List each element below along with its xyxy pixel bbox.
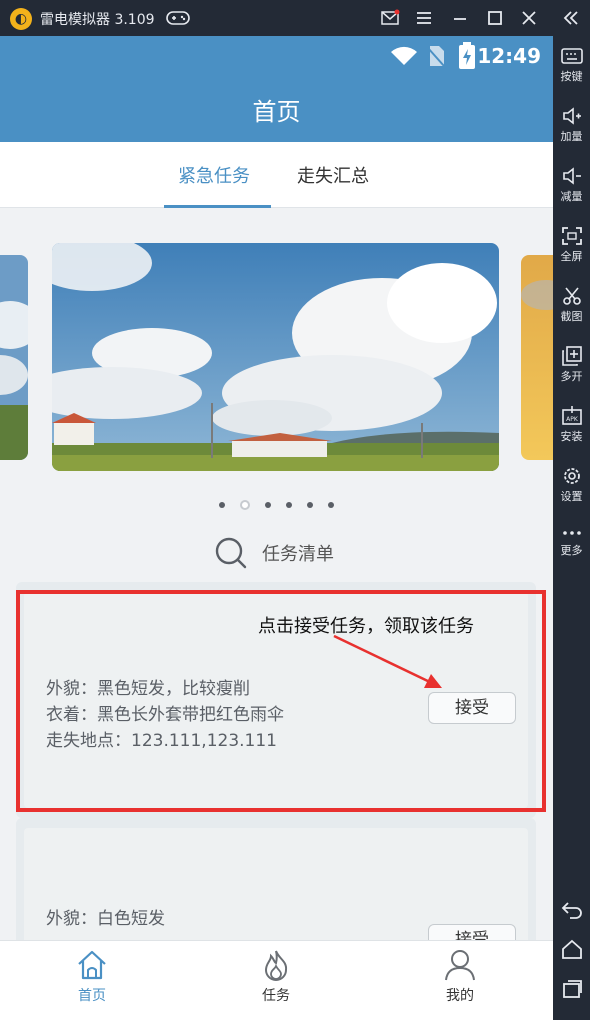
carousel-dot-active[interactable] (239, 499, 250, 510)
gear-icon (563, 468, 580, 484)
scissors-icon (562, 287, 581, 305)
close-icon[interactable] (519, 8, 539, 28)
sidebar-settings-button[interactable]: 设置 (553, 466, 590, 504)
more-icon (562, 531, 581, 535)
android-screen: 12:49 首页 紧急任务 走失汇总 任务清单 外貌：黑色短发，比较瘦削 衣着：… (0, 36, 553, 1020)
battery-charging-icon (459, 42, 475, 69)
maximize-icon[interactable] (485, 8, 505, 28)
status-time: 12:49 (477, 44, 541, 68)
sidebar-keymap-button[interactable]: 按键 (553, 46, 590, 84)
menu-icon[interactable] (414, 8, 434, 28)
carousel-dot[interactable] (218, 501, 225, 508)
nav-home[interactable]: 首页 (52, 949, 132, 1005)
mail-icon[interactable] (380, 8, 400, 28)
sidebar-label: 更多 (560, 544, 583, 557)
status-bar: 12:49 (0, 36, 553, 76)
sidebar-label: 加量 (560, 130, 583, 143)
person-icon (445, 950, 475, 981)
sidebar-screenshot-button[interactable]: 截图 (553, 286, 590, 324)
carousel-dot[interactable] (264, 501, 271, 508)
sidebar-volume-down-button[interactable]: 减量 (553, 166, 590, 204)
gamepad-icon[interactable] (166, 10, 190, 26)
app-header: 首页 (0, 76, 553, 142)
volume-up-icon (562, 107, 581, 125)
apk-install-icon: APK (561, 406, 582, 425)
android-home-icon[interactable] (560, 938, 584, 960)
volume-down-icon (562, 167, 581, 185)
sidebar-label: 全屏 (560, 250, 583, 263)
fullscreen-icon (561, 227, 582, 245)
task-appearance: 外貌：白色短发 (46, 909, 165, 929)
sidebar-label: 减量 (560, 190, 583, 203)
sidebar-multi-instance-button[interactable]: 多开 (553, 346, 590, 384)
sidebar-volume-up-button[interactable]: 加量 (553, 106, 590, 144)
carousel-slide-next[interactable] (521, 255, 553, 460)
back-icon[interactable] (560, 898, 584, 920)
carousel-dot[interactable] (328, 501, 335, 508)
sidebar-label: 截图 (560, 310, 583, 323)
page-title: 首页 (252, 98, 301, 126)
tab-missing-summary[interactable]: 走失汇总 (297, 162, 369, 188)
sidebar-label: 多开 (560, 370, 583, 383)
tab-bar: 紧急任务 走失汇总 (0, 142, 553, 208)
sidebar-fullscreen-button[interactable]: 全屏 (553, 226, 590, 264)
sidebar-install-apk-button[interactable]: APK 安装 (553, 406, 590, 444)
svg-text:APK: APK (566, 416, 579, 423)
multi-instance-icon (561, 346, 582, 366)
emulator-logo: ◐ (10, 8, 32, 30)
carousel-pagination (0, 494, 553, 513)
nav-label: 我的 (446, 988, 474, 1004)
bottom-navigation: 首页 任务 我的 (0, 940, 553, 1020)
search-icon (215, 537, 247, 569)
sidebar-label: 安装 (560, 430, 583, 443)
home-icon (78, 950, 106, 980)
task-list-title: 任务清单 (262, 544, 334, 565)
task-list-heading: 任务清单 (0, 536, 553, 569)
landscape-banner-image (52, 243, 499, 471)
tab-urgent-tasks[interactable]: 紧急任务 (178, 162, 250, 188)
fire-icon (264, 950, 288, 981)
carousel-dot[interactable] (286, 501, 293, 508)
carousel-slide-active[interactable] (52, 243, 499, 471)
sidebar-label: 按键 (560, 70, 583, 83)
emulator-title: 雷电模拟器 3.109 (40, 12, 155, 28)
wifi-icon (391, 46, 417, 65)
carousel-dot[interactable] (307, 501, 314, 508)
annotation-arrow-icon (333, 634, 442, 688)
emulator-sidebar: 按键 加量 减量 全屏 截图 多开 APK 安装 设置 更多 (553, 0, 590, 1020)
carousel-slide-prev[interactable] (0, 255, 28, 460)
emulator-titlebar: ◐ 雷电模拟器 3.109 (0, 0, 590, 36)
no-sim-icon (427, 46, 445, 67)
keyboard-icon (560, 48, 583, 64)
banner-carousel[interactable] (0, 208, 553, 528)
recent-apps-icon[interactable] (560, 978, 584, 1000)
nav-profile[interactable]: 我的 (420, 949, 500, 1005)
collapse-sidebar-icon[interactable] (561, 8, 581, 28)
nav-label: 首页 (78, 988, 106, 1004)
minimize-icon[interactable] (450, 8, 470, 28)
nav-tasks[interactable]: 任务 (236, 949, 316, 1005)
sidebar-label: 设置 (560, 490, 583, 503)
sidebar-more-button[interactable]: 更多 (553, 526, 590, 558)
nav-label: 任务 (262, 988, 290, 1004)
